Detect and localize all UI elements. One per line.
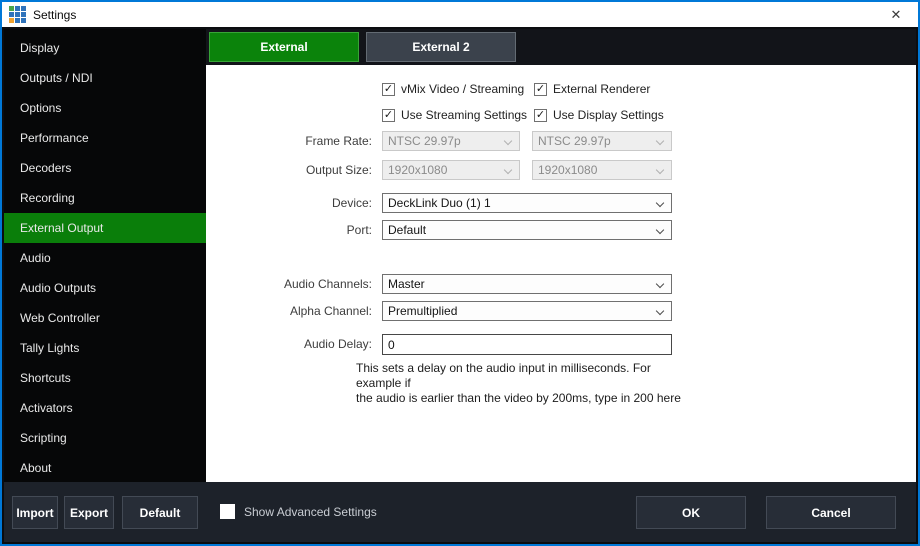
sidebar-item-shortcuts[interactable]: Shortcuts: [4, 363, 206, 393]
sidebar-item-decoders[interactable]: Decoders: [4, 153, 206, 183]
checkbox-label: Use Streaming Settings: [401, 108, 527, 122]
sidebar-item-about[interactable]: About: [4, 453, 206, 483]
output-size-label: Output Size:: [206, 160, 372, 180]
cancel-button[interactable]: Cancel: [766, 496, 896, 529]
checkmark-icon: ✓: [534, 109, 547, 122]
import-button[interactable]: Import: [12, 496, 58, 529]
sidebar-item-options[interactable]: Options: [4, 93, 206, 123]
checkbox-use-streaming-settings[interactable]: ✓ Use Streaming Settings: [382, 107, 527, 123]
external-output-panel: ✓ vMix Video / Streaming ✓ External Rend…: [206, 65, 916, 482]
vmix-logo-icon: [9, 6, 26, 23]
chevron-down-icon: [656, 199, 664, 207]
sidebar-item-display[interactable]: Display: [4, 33, 206, 63]
audio-channels-select[interactable]: Master: [382, 274, 672, 294]
sidebar-item-scripting[interactable]: Scripting: [4, 423, 206, 453]
checkmark-icon: ✓: [534, 83, 547, 96]
device-select[interactable]: DeckLink Duo (1) 1: [382, 193, 672, 213]
frame-rate-label: Frame Rate:: [206, 131, 372, 151]
main-region: Display Outputs / NDI Options Performanc…: [4, 29, 916, 482]
sidebar-item-audio-outputs[interactable]: Audio Outputs: [4, 273, 206, 303]
ok-button[interactable]: OK: [636, 496, 746, 529]
checkbox-unchecked-icon: [220, 504, 235, 519]
audio-delay-input[interactable]: [382, 334, 672, 355]
show-advanced-settings-checkbox[interactable]: Show Advanced Settings: [220, 504, 377, 519]
settings-window: Settings ✕ Display Outputs / NDI Options…: [0, 0, 920, 546]
bottom-bar: Import Export Default Show Advanced Sett…: [4, 482, 916, 542]
chevron-down-icon: [504, 166, 512, 174]
checkmark-icon: ✓: [382, 83, 395, 96]
default-button[interactable]: Default: [122, 496, 198, 529]
sidebar-item-activators[interactable]: Activators: [4, 393, 206, 423]
chevron-down-icon: [656, 166, 664, 174]
sidebar: Display Outputs / NDI Options Performanc…: [4, 29, 206, 482]
checkbox-label: Use Display Settings: [553, 108, 664, 122]
output-size-select-2: 1920x1080: [532, 160, 672, 180]
checkbox-vmix-video-streaming[interactable]: ✓ vMix Video / Streaming: [382, 81, 524, 97]
port-select[interactable]: Default: [382, 220, 672, 240]
sidebar-item-web-controller[interactable]: Web Controller: [4, 303, 206, 333]
show-advanced-settings-label: Show Advanced Settings: [244, 505, 377, 519]
sidebar-item-external-output[interactable]: External Output: [4, 213, 206, 243]
title-bar: Settings ✕: [2, 2, 918, 27]
sidebar-item-recording[interactable]: Recording: [4, 183, 206, 213]
tab-external[interactable]: External: [209, 32, 359, 62]
sidebar-item-audio[interactable]: Audio: [4, 243, 206, 273]
audio-delay-label: Audio Delay:: [206, 334, 372, 354]
frame-rate-select-2: NTSC 29.97p: [532, 131, 672, 151]
tab-strip: External External 2: [206, 29, 916, 65]
checkbox-label: vMix Video / Streaming: [401, 82, 524, 96]
device-label: Device:: [206, 193, 372, 213]
port-label: Port:: [206, 220, 372, 240]
checkbox-use-display-settings[interactable]: ✓ Use Display Settings: [534, 107, 664, 123]
audio-delay-help-text: This sets a delay on the audio input in …: [356, 361, 696, 406]
sidebar-item-performance[interactable]: Performance: [4, 123, 206, 153]
content-area: External External 2 ✓ vMix Video / Strea…: [206, 29, 916, 482]
export-button[interactable]: Export: [64, 496, 114, 529]
window-title: Settings: [33, 8, 76, 22]
checkbox-label: External Renderer: [553, 82, 650, 96]
chevron-down-icon: [656, 137, 664, 145]
chevron-down-icon: [656, 307, 664, 315]
chevron-down-icon: [656, 226, 664, 234]
checkmark-icon: ✓: [382, 109, 395, 122]
close-icon[interactable]: ✕: [874, 2, 918, 27]
frame-rate-select-1: NTSC 29.97p: [382, 131, 520, 151]
sidebar-item-outputs-ndi[interactable]: Outputs / NDI: [4, 63, 206, 93]
sidebar-item-tally-lights[interactable]: Tally Lights: [4, 333, 206, 363]
output-size-select-1: 1920x1080: [382, 160, 520, 180]
alpha-channel-select[interactable]: Premultiplied: [382, 301, 672, 321]
tab-external-2[interactable]: External 2: [366, 32, 516, 62]
alpha-channel-label: Alpha Channel:: [206, 301, 372, 321]
chevron-down-icon: [656, 280, 664, 288]
audio-channels-label: Audio Channels:: [206, 274, 372, 294]
chevron-down-icon: [504, 137, 512, 145]
checkbox-external-renderer[interactable]: ✓ External Renderer: [534, 81, 650, 97]
